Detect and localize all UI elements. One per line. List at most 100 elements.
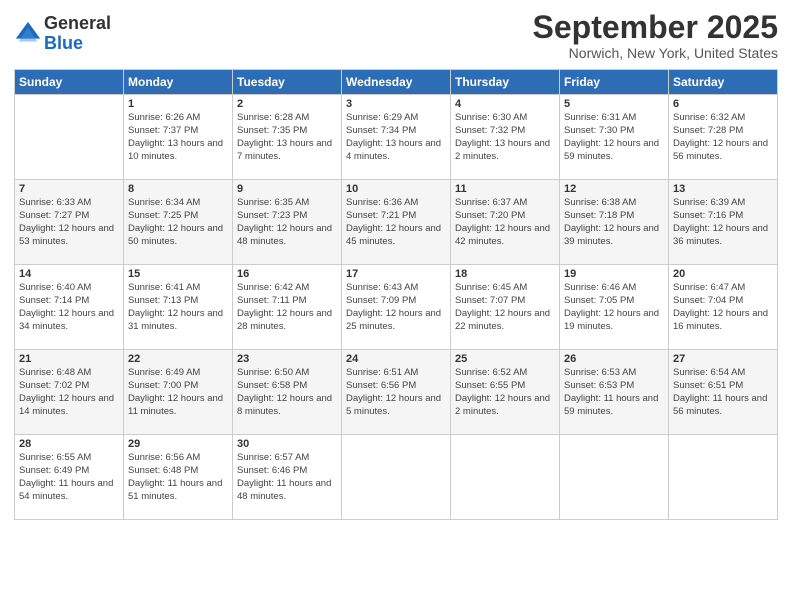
day-number: 17 <box>346 268 446 280</box>
day-number: 14 <box>19 268 119 280</box>
cell-2-6: 20 Sunrise: 6:47 AM Sunset: 7:04 PM Dayli… <box>669 265 778 350</box>
day-info: Sunrise: 6:45 AM Sunset: 7:07 PM Dayligh… <box>455 282 555 333</box>
day-info: Sunrise: 6:34 AM Sunset: 7:25 PM Dayligh… <box>128 197 228 248</box>
cell-2-2: 16 Sunrise: 6:42 AM Sunset: 7:11 PM Dayli… <box>233 265 342 350</box>
cell-1-6: 13 Sunrise: 6:39 AM Sunset: 7:16 PM Dayli… <box>669 180 778 265</box>
day-number: 12 <box>564 183 664 195</box>
day-info: Sunrise: 6:51 AM Sunset: 6:56 PM Dayligh… <box>346 367 446 418</box>
day-info: Sunrise: 6:30 AM Sunset: 7:32 PM Dayligh… <box>455 112 555 163</box>
location: Norwich, New York, United States <box>533 45 778 61</box>
day-number: 3 <box>346 98 446 110</box>
day-number: 11 <box>455 183 555 195</box>
day-info: Sunrise: 6:41 AM Sunset: 7:13 PM Dayligh… <box>128 282 228 333</box>
day-info: Sunrise: 6:47 AM Sunset: 7:04 PM Dayligh… <box>673 282 773 333</box>
day-number: 23 <box>237 353 337 365</box>
day-number: 6 <box>673 98 773 110</box>
cell-3-0: 21Sunrise: 6:48 AM Sunset: 7:02 PM Dayli… <box>15 350 124 435</box>
day-number: 25 <box>455 353 555 365</box>
week-row-4: 28 Sunrise: 6:55 AM Sunset: 6:49 PM Dayli… <box>15 435 778 520</box>
day-info: Sunrise: 6:31 AM Sunset: 7:30 PM Dayligh… <box>564 112 664 163</box>
month-title: September 2025 <box>533 10 778 45</box>
day-number: 9 <box>237 183 337 195</box>
day-info: Sunrise: 6:52 AM Sunset: 6:55 PM Dayligh… <box>455 367 555 418</box>
calendar-body: 1 Sunrise: 6:26 AM Sunset: 7:37 PM Daylig… <box>15 95 778 520</box>
day-number: 13 <box>673 183 773 195</box>
cell-4-0: 28 Sunrise: 6:55 AM Sunset: 6:49 PM Dayli… <box>15 435 124 520</box>
day-number: 29 <box>128 438 228 450</box>
col-saturday: Saturday <box>669 70 778 95</box>
cell-4-2: 30Sunrise: 6:57 AM Sunset: 6:46 PM Dayli… <box>233 435 342 520</box>
cell-1-2: 9 Sunrise: 6:35 AM Sunset: 7:23 PM Daylig… <box>233 180 342 265</box>
calendar-container: General Blue September 2025 Norwich, New… <box>0 0 792 612</box>
cell-2-4: 18Sunrise: 6:45 AM Sunset: 7:07 PM Dayli… <box>451 265 560 350</box>
day-number: 16 <box>237 268 337 280</box>
day-number: 15 <box>128 268 228 280</box>
week-row-3: 21Sunrise: 6:48 AM Sunset: 7:02 PM Dayli… <box>15 350 778 435</box>
cell-1-3: 10 Sunrise: 6:36 AM Sunset: 7:21 PM Dayli… <box>342 180 451 265</box>
cell-4-6 <box>669 435 778 520</box>
day-info: Sunrise: 6:32 AM Sunset: 7:28 PM Dayligh… <box>673 112 773 163</box>
cell-0-6: 6 Sunrise: 6:32 AM Sunset: 7:28 PM Daylig… <box>669 95 778 180</box>
day-info: Sunrise: 6:40 AM Sunset: 7:14 PM Dayligh… <box>19 282 119 333</box>
day-number: 26 <box>564 353 664 365</box>
day-info: Sunrise: 6:42 AM Sunset: 7:11 PM Dayligh… <box>237 282 337 333</box>
day-info: Sunrise: 6:29 AM Sunset: 7:34 PM Dayligh… <box>346 112 446 163</box>
day-info: Sunrise: 6:35 AM Sunset: 7:23 PM Dayligh… <box>237 197 337 248</box>
logo-blue: Blue <box>44 34 111 54</box>
col-wednesday: Wednesday <box>342 70 451 95</box>
day-info: Sunrise: 6:53 AM Sunset: 6:53 PM Dayligh… <box>564 367 664 418</box>
day-number: 27 <box>673 353 773 365</box>
cell-1-0: 7 Sunrise: 6:33 AM Sunset: 7:27 PM Daylig… <box>15 180 124 265</box>
day-number: 8 <box>128 183 228 195</box>
cell-0-2: 2Sunrise: 6:28 AM Sunset: 7:35 PM Daylig… <box>233 95 342 180</box>
cell-3-3: 24 Sunrise: 6:51 AM Sunset: 6:56 PM Dayli… <box>342 350 451 435</box>
day-info: Sunrise: 6:36 AM Sunset: 7:21 PM Dayligh… <box>346 197 446 248</box>
day-info: Sunrise: 6:46 AM Sunset: 7:05 PM Dayligh… <box>564 282 664 333</box>
day-number: 1 <box>128 98 228 110</box>
day-info: Sunrise: 6:26 AM Sunset: 7:37 PM Dayligh… <box>128 112 228 163</box>
col-monday: Monday <box>124 70 233 95</box>
week-row-2: 14 Sunrise: 6:40 AM Sunset: 7:14 PM Dayli… <box>15 265 778 350</box>
col-friday: Friday <box>560 70 669 95</box>
logo-icon <box>14 20 42 48</box>
day-number: 5 <box>564 98 664 110</box>
cell-1-4: 11 Sunrise: 6:37 AM Sunset: 7:20 PM Dayli… <box>451 180 560 265</box>
title-block: September 2025 Norwich, New York, United… <box>533 10 778 61</box>
cell-1-1: 8 Sunrise: 6:34 AM Sunset: 7:25 PM Daylig… <box>124 180 233 265</box>
day-info: Sunrise: 6:57 AM Sunset: 6:46 PM Dayligh… <box>237 452 337 503</box>
cell-4-1: 29 Sunrise: 6:56 AM Sunset: 6:48 PM Dayli… <box>124 435 233 520</box>
cell-1-5: 12Sunrise: 6:38 AM Sunset: 7:18 PM Dayli… <box>560 180 669 265</box>
day-number: 22 <box>128 353 228 365</box>
cell-2-1: 15 Sunrise: 6:41 AM Sunset: 7:13 PM Dayli… <box>124 265 233 350</box>
col-tuesday: Tuesday <box>233 70 342 95</box>
week-row-1: 7 Sunrise: 6:33 AM Sunset: 7:27 PM Daylig… <box>15 180 778 265</box>
cell-0-5: 5 Sunrise: 6:31 AM Sunset: 7:30 PM Daylig… <box>560 95 669 180</box>
day-info: Sunrise: 6:37 AM Sunset: 7:20 PM Dayligh… <box>455 197 555 248</box>
day-info: Sunrise: 6:28 AM Sunset: 7:35 PM Dayligh… <box>237 112 337 163</box>
cell-3-5: 26 Sunrise: 6:53 AM Sunset: 6:53 PM Dayli… <box>560 350 669 435</box>
cell-4-3 <box>342 435 451 520</box>
cell-0-1: 1 Sunrise: 6:26 AM Sunset: 7:37 PM Daylig… <box>124 95 233 180</box>
day-info: Sunrise: 6:39 AM Sunset: 7:16 PM Dayligh… <box>673 197 773 248</box>
day-info: Sunrise: 6:33 AM Sunset: 7:27 PM Dayligh… <box>19 197 119 248</box>
day-info: Sunrise: 6:50 AM Sunset: 6:58 PM Dayligh… <box>237 367 337 418</box>
cell-4-5 <box>560 435 669 520</box>
day-info: Sunrise: 6:54 AM Sunset: 6:51 PM Dayligh… <box>673 367 773 418</box>
cell-2-0: 14 Sunrise: 6:40 AM Sunset: 7:14 PM Dayli… <box>15 265 124 350</box>
day-number: 10 <box>346 183 446 195</box>
day-number: 24 <box>346 353 446 365</box>
cell-3-4: 25 Sunrise: 6:52 AM Sunset: 6:55 PM Dayli… <box>451 350 560 435</box>
cell-0-0 <box>15 95 124 180</box>
cell-4-4 <box>451 435 560 520</box>
logo: General Blue <box>14 14 111 54</box>
cell-3-1: 22Sunrise: 6:49 AM Sunset: 7:00 PM Dayli… <box>124 350 233 435</box>
day-number: 7 <box>19 183 119 195</box>
calendar-table: Sunday Monday Tuesday Wednesday Thursday… <box>14 69 778 520</box>
day-info: Sunrise: 6:55 AM Sunset: 6:49 PM Dayligh… <box>19 452 119 503</box>
day-number: 28 <box>19 438 119 450</box>
cell-2-5: 19Sunrise: 6:46 AM Sunset: 7:05 PM Dayli… <box>560 265 669 350</box>
day-number: 21 <box>19 353 119 365</box>
day-number: 20 <box>673 268 773 280</box>
col-thursday: Thursday <box>451 70 560 95</box>
day-info: Sunrise: 6:56 AM Sunset: 6:48 PM Dayligh… <box>128 452 228 503</box>
